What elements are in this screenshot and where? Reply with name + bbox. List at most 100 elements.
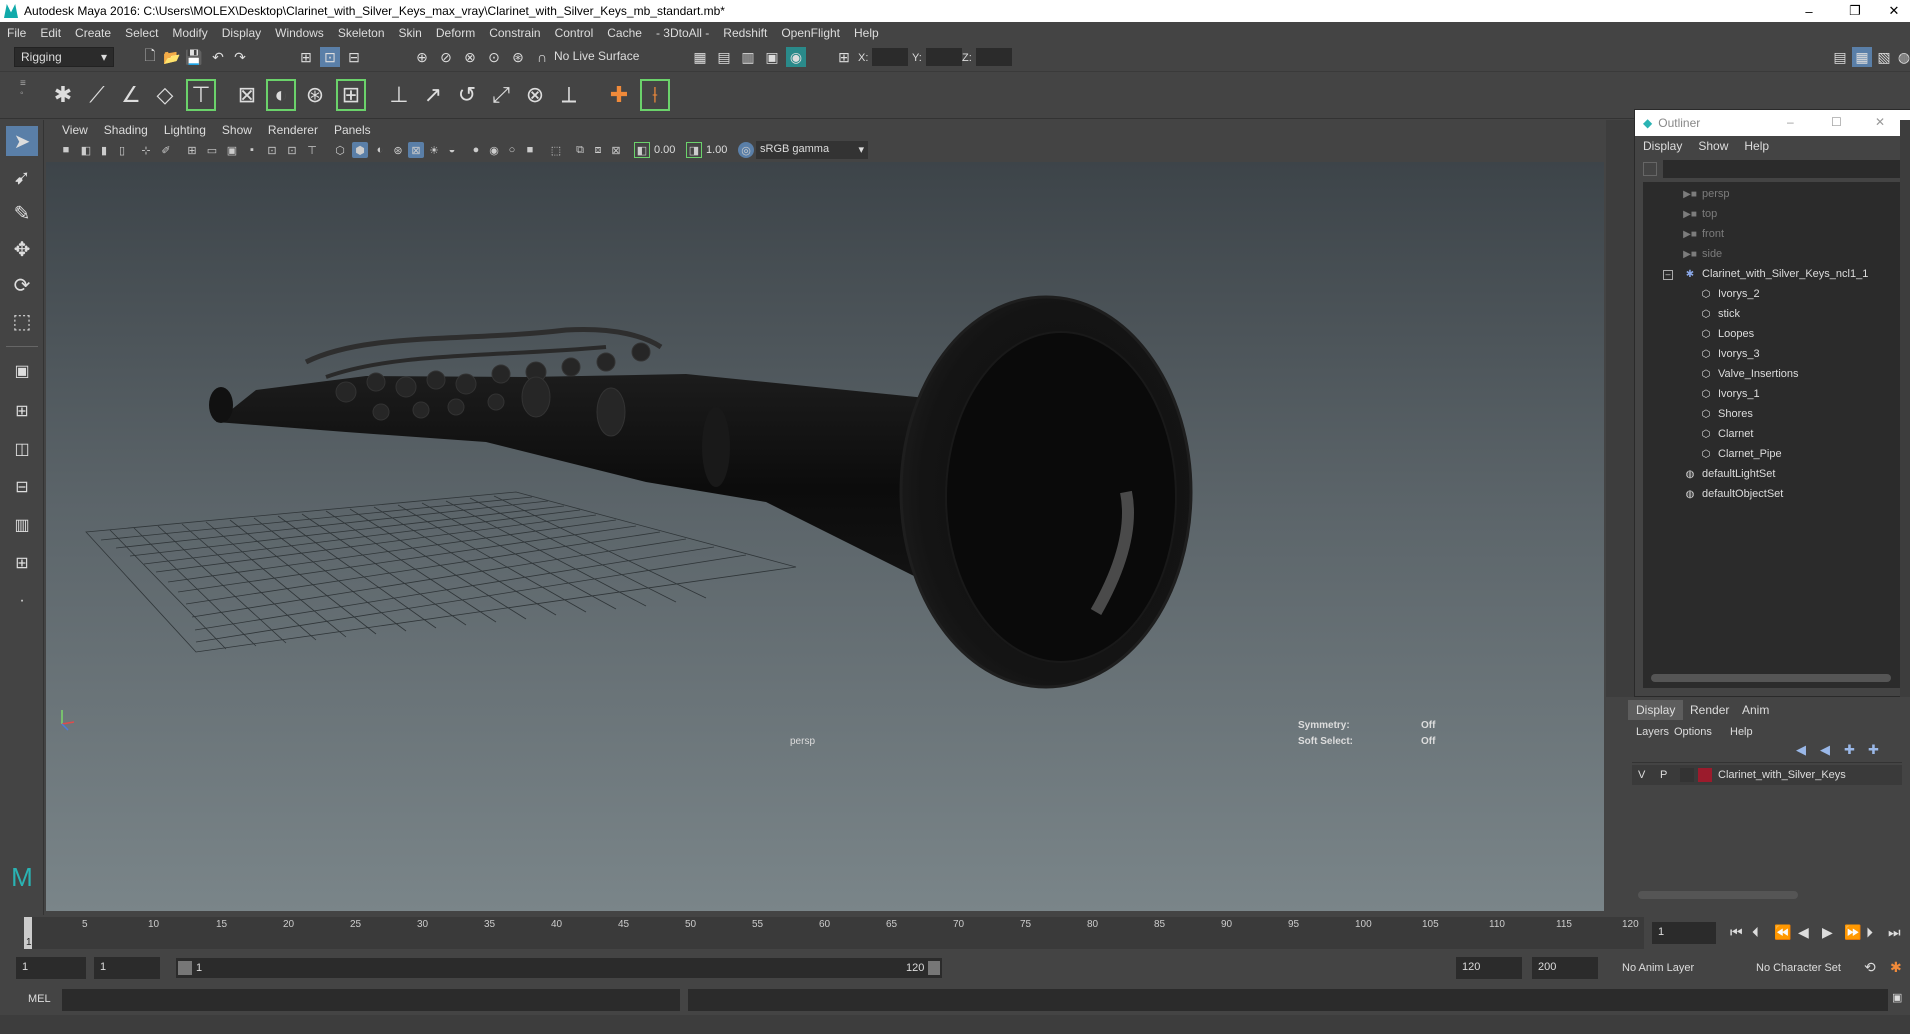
layer-menu-options[interactable]: Options bbox=[1674, 726, 1712, 738]
undo-icon[interactable]: ↶ bbox=[208, 47, 228, 67]
gamma-icon[interactable]: ◨ bbox=[686, 142, 702, 158]
rotate-tool-icon[interactable]: ⟳ bbox=[6, 270, 38, 300]
outliner-minimize-button[interactable]: – bbox=[1787, 115, 1794, 129]
pole-vector-icon[interactable]: ⟂ bbox=[554, 79, 584, 111]
persp-outliner-layout-icon[interactable]: ◫ bbox=[6, 434, 38, 464]
menu-skin[interactable]: Skin bbox=[392, 26, 429, 40]
command-input[interactable] bbox=[62, 989, 680, 1011]
lasso-tool-icon[interactable]: ➹ bbox=[6, 162, 38, 192]
close-button[interactable]: ✕ bbox=[1878, 0, 1910, 22]
new-layer-selected-icon[interactable]: ✚ bbox=[1868, 742, 1879, 758]
snap-curve-icon[interactable]: ⊘ bbox=[436, 47, 456, 67]
select-object-icon[interactable]: ⊡ bbox=[320, 47, 340, 67]
menu-deform[interactable]: Deform bbox=[429, 26, 482, 40]
menu-edit[interactable]: Edit bbox=[33, 26, 68, 40]
character-set-dropdown[interactable]: No Character Set bbox=[1744, 958, 1872, 978]
exposure-value[interactable]: 0.00 bbox=[654, 144, 675, 156]
menu-redshift[interactable]: Redshift bbox=[716, 26, 774, 40]
outliner-item-valve-insertions[interactable]: ⬡ Valve_Insertions bbox=[1699, 364, 1799, 384]
camera-attributes-icon[interactable]: ◧ bbox=[78, 142, 94, 158]
custom-layout-icon[interactable]: · bbox=[6, 586, 38, 616]
ik-spline-icon[interactable]: ∠ bbox=[116, 79, 146, 111]
grid-toggle-icon[interactable]: ⊞ bbox=[184, 142, 200, 158]
menu-cache[interactable]: Cache bbox=[600, 26, 649, 40]
filter-icon[interactable] bbox=[1643, 162, 1657, 176]
step-back-key-icon[interactable]: ⏪ bbox=[1774, 924, 1791, 941]
film-gate-icon[interactable]: ▭ bbox=[204, 142, 220, 158]
playback-end-field[interactable]: 120 bbox=[1456, 957, 1522, 979]
gate-mask-icon[interactable]: ▪ bbox=[244, 142, 260, 158]
select-hierarchy-icon[interactable]: ⊞ bbox=[296, 47, 316, 67]
layer-color-swatch[interactable] bbox=[1698, 768, 1712, 782]
outliner-horizontal-scrollbar[interactable] bbox=[1651, 674, 1891, 682]
new-layer-icon[interactable]: ✚ bbox=[1844, 742, 1855, 758]
render-settings-icon[interactable]: ▦ bbox=[690, 47, 710, 67]
outliner-item-ivorys-1[interactable]: ⬡ Ivorys_1 bbox=[1699, 384, 1760, 404]
exposure-icon[interactable]: ◧ bbox=[634, 142, 650, 158]
locator-icon[interactable]: ✚ bbox=[604, 79, 634, 111]
layer-horizontal-scrollbar[interactable] bbox=[1638, 891, 1798, 899]
outliner-item-default-light-set[interactable]: ◍ defaultLightSet bbox=[1683, 464, 1776, 484]
attribute-editor-side-tab[interactable] bbox=[1900, 120, 1910, 697]
playback-start-field[interactable]: 1 bbox=[94, 957, 160, 979]
new-scene-icon[interactable]: 🗋 bbox=[140, 47, 160, 67]
save-scene-icon[interactable]: 💾 bbox=[184, 47, 204, 67]
step-forward-frame-icon[interactable]: ⏵ bbox=[1866, 924, 1873, 941]
shadows-icon[interactable]: ◒ bbox=[444, 142, 460, 158]
outliner-item-ivorys-3[interactable]: ⬡ Ivorys_3 bbox=[1699, 344, 1760, 364]
outliner-item-persp[interactable]: ▶■ persp bbox=[1683, 184, 1729, 204]
viewport-menu-renderer[interactable]: Renderer bbox=[260, 123, 326, 137]
2d-pan-zoom-icon[interactable]: ⊹ bbox=[138, 142, 154, 158]
xray-joints-icon[interactable]: ⧈ bbox=[590, 142, 606, 158]
attribute-editor-toggle-icon[interactable]: ▧ bbox=[1874, 47, 1894, 67]
lattice-icon[interactable]: ⊞ bbox=[336, 79, 366, 111]
play-forwards-icon[interactable]: ▶ bbox=[1822, 924, 1833, 941]
mirror-joint-icon[interactable]: ◇ bbox=[150, 79, 180, 111]
colorspace-dropdown[interactable]: sRGB gamma ▾ bbox=[756, 141, 868, 159]
animation-preferences-icon[interactable]: ✱ bbox=[1890, 959, 1902, 976]
smooth-shade-icon[interactable]: ⬢ bbox=[352, 142, 368, 158]
outliner-item-stick[interactable]: ⬡ stick bbox=[1699, 304, 1740, 324]
outliner-item-clarinet-group[interactable]: ✱ Clarinet_with_Silver_Keys_ncl1_1 bbox=[1683, 264, 1869, 284]
animation-end-field[interactable]: 200 bbox=[1532, 957, 1598, 979]
outliner-persp-layout-icon[interactable]: ⊞ bbox=[6, 548, 38, 578]
z-field[interactable] bbox=[976, 48, 1012, 66]
motion-blur-icon[interactable]: ◉ bbox=[486, 142, 502, 158]
layer-menu-help[interactable]: Help bbox=[1730, 726, 1753, 738]
layer-row[interactable]: V P Clarinet_with_Silver_Keys bbox=[1632, 765, 1902, 785]
outliner-item-front[interactable]: ▶■ front bbox=[1683, 224, 1724, 244]
render-frame-icon[interactable]: ▤ bbox=[714, 47, 734, 67]
menu-help[interactable]: Help bbox=[847, 26, 886, 40]
transform-mode-icon[interactable]: ⊞ bbox=[834, 47, 854, 67]
gamma-value[interactable]: 1.00 bbox=[706, 144, 727, 156]
menu-constrain[interactable]: Constrain bbox=[482, 26, 547, 40]
menu-windows[interactable]: Windows bbox=[268, 26, 331, 40]
mel-label[interactable]: MEL bbox=[28, 993, 51, 1005]
menu-openflight[interactable]: OpenFlight bbox=[774, 26, 847, 40]
menu-skeleton[interactable]: Skeleton bbox=[331, 26, 392, 40]
auto-key-icon[interactable]: ⟲ bbox=[1864, 959, 1876, 976]
select-component-icon[interactable]: ⊟ bbox=[344, 47, 364, 67]
outliner-item-default-object-set[interactable]: ◍ defaultObjectSet bbox=[1683, 484, 1784, 504]
outliner-item-top[interactable]: ▶■ top bbox=[1683, 204, 1717, 224]
perspective-viewport[interactable]: persp Symmetry: Off Soft Select: Off bbox=[46, 162, 1604, 911]
menu-control[interactable]: Control bbox=[548, 26, 601, 40]
orient-constraint-icon[interactable]: ↺ bbox=[452, 79, 482, 111]
layer-visibility-toggle[interactable]: V bbox=[1638, 769, 1645, 781]
outliner-close-button[interactable]: ✕ bbox=[1875, 115, 1885, 129]
four-view-layout-icon[interactable]: ⊞ bbox=[6, 396, 38, 426]
default-material-icon[interactable]: ◐ bbox=[372, 142, 388, 158]
collapse-icon[interactable]: – bbox=[1663, 270, 1673, 280]
live-surface-field[interactable]: No Live Surface bbox=[548, 47, 648, 67]
grease-pencil-icon[interactable]: ✐ bbox=[158, 142, 174, 158]
move-layer-up-icon[interactable]: ◀ bbox=[1796, 742, 1806, 758]
range-start-handle[interactable] bbox=[178, 961, 192, 975]
point-constraint-icon[interactable]: ⊥ bbox=[384, 79, 414, 111]
smooth-bind-icon[interactable]: ◐ bbox=[266, 79, 296, 111]
time-ruler[interactable] bbox=[24, 917, 1644, 949]
time-slider[interactable]: 1 5 10 15 20 25 30 35 40 45 50 55 60 65 … bbox=[0, 915, 1910, 952]
screen-space-ao-icon[interactable]: ● bbox=[468, 142, 484, 158]
y-field[interactable] bbox=[926, 48, 962, 66]
layer-tab-display[interactable]: Display bbox=[1628, 700, 1684, 720]
layer-playback-toggle[interactable]: P bbox=[1660, 769, 1667, 781]
